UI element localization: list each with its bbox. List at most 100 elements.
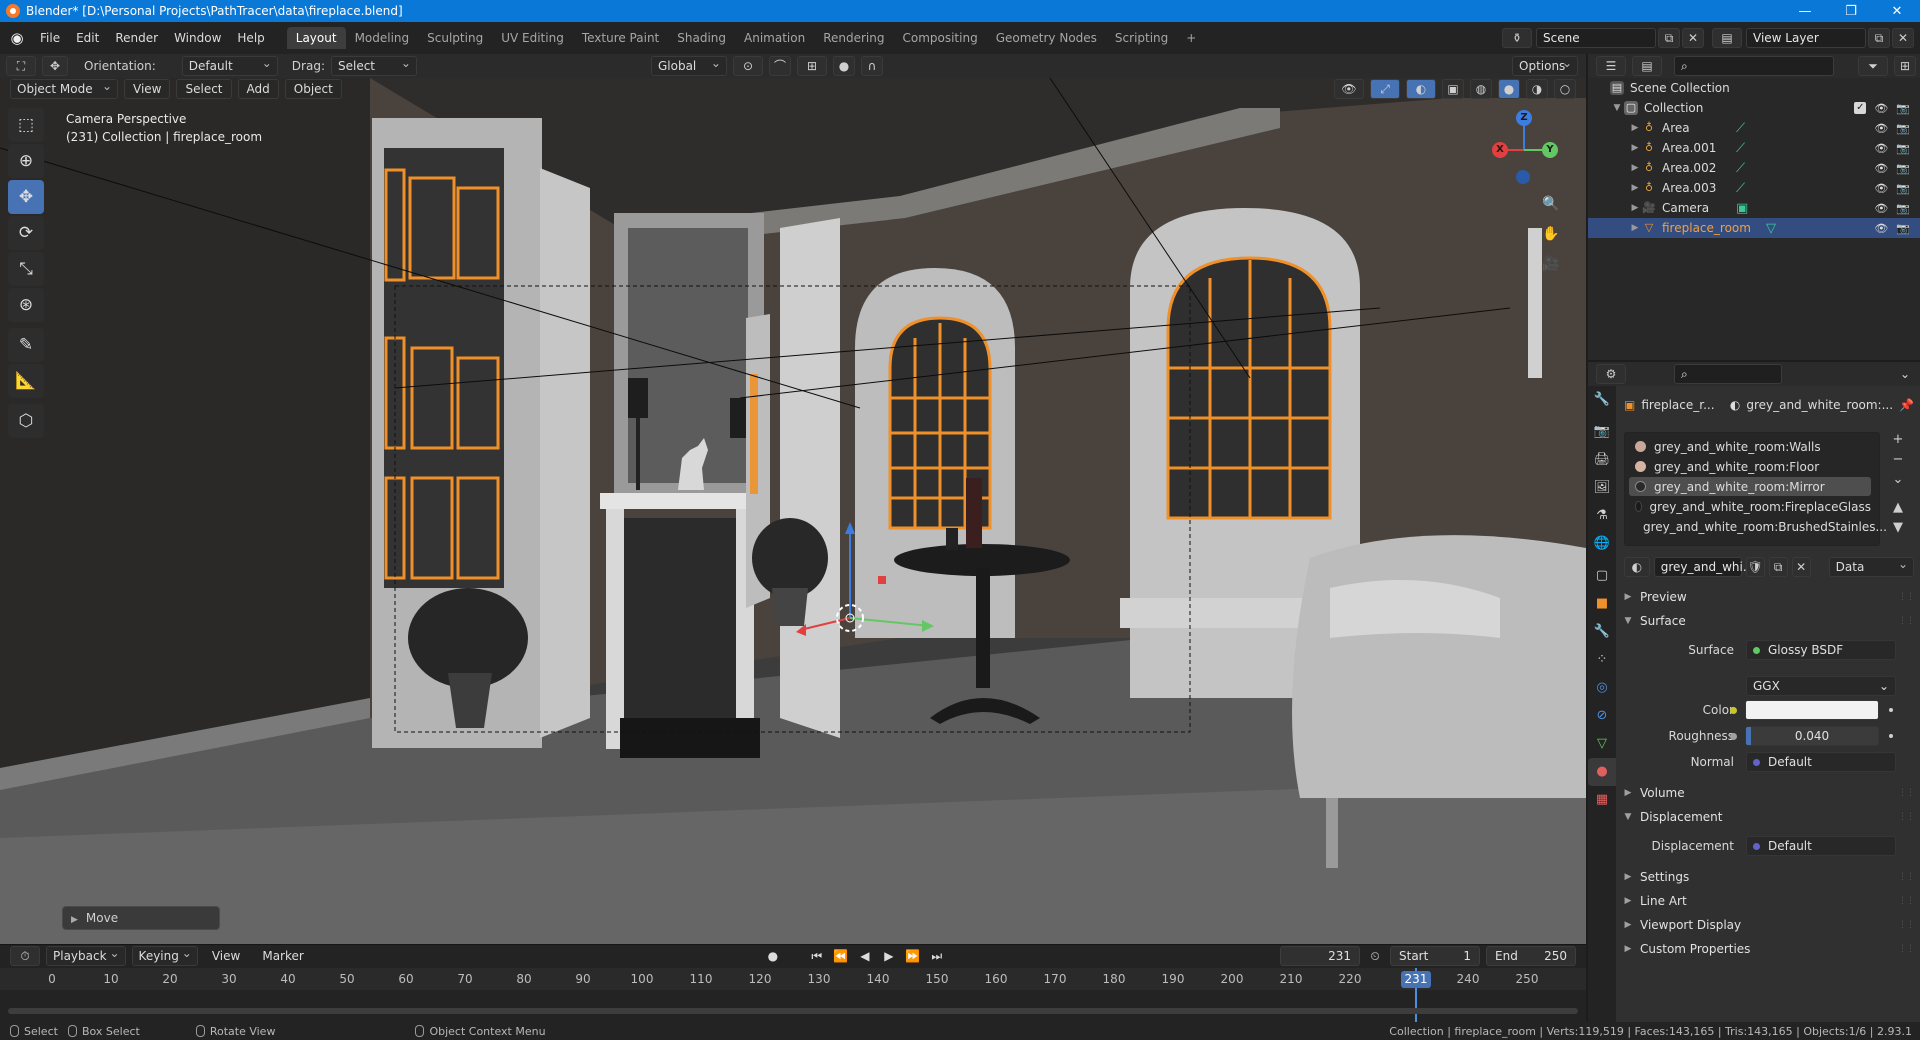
render-camera-icon[interactable]: 📷 [1896, 142, 1910, 155]
visibility-eye-icon[interactable]: 👁 [1874, 182, 1888, 195]
tab-rendering[interactable]: Rendering [814, 27, 893, 49]
visibility-eye-icon[interactable]: 👁 [1874, 222, 1888, 235]
light-data-icon[interactable]: ⟋ [1736, 181, 1745, 196]
jump-start-icon[interactable]: ⏮ [808, 949, 826, 964]
properties-options-icon[interactable]: ⌄ [1896, 367, 1914, 381]
light-data-icon[interactable]: ⟋ [1736, 121, 1745, 136]
render-camera-icon[interactable]: 📷 [1896, 122, 1910, 135]
outliner-collection[interactable]: ▼ ▢ Collection ✓ 👁 📷 [1588, 98, 1920, 118]
camera-data-icon[interactable]: ▣ [1736, 201, 1748, 216]
select-box-tool-icon[interactable]: ⬚ [8, 108, 44, 142]
output-tab-icon[interactable]: 🖨 [1588, 446, 1616, 474]
preview-range-icon[interactable]: ⏲ [1366, 949, 1384, 964]
slot-specials-icon[interactable]: ⌄ [1888, 472, 1908, 490]
panel-displacement[interactable]: ▼ Displacement ⋮⋮ [1622, 806, 1915, 828]
drag-grip-icon[interactable]: ⋮⋮ [1898, 788, 1915, 798]
add-slot-icon[interactable]: + [1888, 432, 1908, 450]
playhead-frame-label[interactable]: 231 [1401, 971, 1431, 988]
pivot-point-icon[interactable]: ⊙ [732, 56, 763, 76]
play-reverse-icon[interactable]: ◀ [856, 949, 874, 963]
drag-grip-icon[interactable]: ⋮⋮ [1898, 920, 1915, 930]
material-slot[interactable]: grey_and_white_room:BrushedStainles... [1629, 517, 1887, 536]
solid-shading-icon[interactable]: ● [1498, 79, 1520, 99]
link-dropdown[interactable]: Data [1828, 555, 1915, 577]
render-camera-icon[interactable]: 📷 [1896, 162, 1910, 175]
overlay-toggle-icon[interactable]: ◐ [1406, 79, 1436, 99]
falloff-icon[interactable]: ∩ [860, 56, 883, 76]
panel-preview[interactable]: ▶ Preview ⋮⋮ [1622, 586, 1915, 608]
material-tab-icon[interactable]: ● [1588, 758, 1616, 786]
view-layer-browse-icon[interactable]: ▤ [1712, 28, 1742, 48]
drag-grip-icon[interactable]: ⋮⋮ [1898, 592, 1915, 602]
snap-icon[interactable]: ⌒ [768, 56, 791, 76]
transform-tool-icon[interactable]: ⊛ [8, 288, 44, 322]
menu-window[interactable]: Window [166, 27, 229, 49]
add-cube-tool-icon[interactable]: ⬡ [8, 404, 44, 438]
new-collection-icon[interactable]: ⊞ [1894, 56, 1916, 76]
new-scene-icon[interactable]: ⧉ [1658, 28, 1680, 48]
menu-object[interactable]: Object [284, 79, 342, 99]
visibility-eye-icon[interactable]: 👁 [1874, 142, 1888, 155]
collection-tab-icon[interactable]: ▢ [1588, 562, 1616, 590]
render-tab-icon[interactable]: 📷 [1588, 418, 1616, 446]
gizmo-z-axis[interactable]: Z [1516, 110, 1532, 126]
render-camera-icon[interactable]: 📷 [1896, 222, 1910, 235]
mode-dropdown[interactable]: Object Mode [10, 77, 118, 99]
jump-keyframe-forward-icon[interactable]: ⏩ [904, 949, 922, 963]
fake-user-icon[interactable]: 🛡 [1745, 557, 1765, 577]
menu-add[interactable]: Add [237, 79, 279, 99]
panel-settings[interactable]: ▶ Settings ⋮⋮ [1622, 866, 1915, 888]
transform-orientation-dropdown[interactable]: Global [650, 54, 727, 76]
material-browse-icon[interactable]: ◐ [1624, 557, 1650, 577]
keyframe-dot-icon[interactable] [1889, 734, 1893, 738]
rotate-tool-icon[interactable]: ⟳ [8, 216, 44, 250]
close-button[interactable]: ✕ [1874, 4, 1920, 19]
blender-logo-icon[interactable]: ◉ [6, 27, 28, 49]
end-frame-field[interactable]: End 250 [1486, 946, 1576, 966]
menu-edit[interactable]: Edit [68, 27, 107, 49]
drag-grip-icon[interactable]: ⋮⋮ [1898, 872, 1915, 882]
3d-viewport[interactable] [0, 78, 1586, 944]
last-operator-panel[interactable]: ▶ Move [62, 906, 220, 930]
drag-grip-icon[interactable]: ⋮⋮ [1898, 616, 1915, 626]
current-frame-field[interactable]: 231 [1280, 946, 1360, 966]
panel-surface[interactable]: ▼ Surface ⋮⋮ [1622, 610, 1915, 632]
object-tab-icon[interactable]: ■ [1588, 590, 1616, 618]
panel-line-art[interactable]: ▶ Line Art ⋮⋮ [1622, 890, 1915, 912]
outliner-item-area-003[interactable]: ▶ ♁ Area.003 ⟋ 👁 📷 [1588, 178, 1920, 198]
gizmo-toggle-icon[interactable]: ⤢ [1370, 79, 1400, 99]
timeline-scrollbar[interactable] [8, 1008, 1578, 1014]
menu-view[interactable]: View [124, 79, 171, 99]
pin-icon[interactable]: 📌 [1899, 398, 1914, 412]
scene-tab-icon[interactable]: ⚗ [1588, 502, 1616, 530]
light-data-icon[interactable]: ⟋ [1736, 161, 1745, 176]
properties-editor-type-icon[interactable]: ⚙ [1596, 364, 1626, 384]
tab-texture-paint[interactable]: Texture Paint [573, 27, 668, 49]
move-tool-icon[interactable]: ✥ [8, 180, 44, 214]
tab-geometry-nodes[interactable]: Geometry Nodes [987, 27, 1106, 49]
expand-arrow-icon[interactable]: ▼ [1610, 103, 1624, 113]
outliner-item-area-001[interactable]: ▶ ♁ Area.001 ⟋ 👁 📷 [1588, 138, 1920, 158]
visibility-eye-icon[interactable]: 👁 [1874, 162, 1888, 175]
modifier-tab-icon[interactable]: 🔧 [1588, 618, 1616, 646]
move-tool-icon[interactable]: ✥ [42, 56, 68, 76]
visibility-icon[interactable]: 👁 [1334, 79, 1364, 99]
properties-search-input[interactable]: ⌕ [1674, 364, 1782, 384]
navigation-gizmo[interactable]: Z X Y [1488, 108, 1560, 188]
add-workspace-button[interactable]: + [1177, 27, 1205, 49]
expand-arrow-icon[interactable]: ▶ [1628, 183, 1642, 193]
menu-file[interactable]: File [32, 27, 68, 49]
texture-tab-icon[interactable]: ▦ [1588, 786, 1616, 814]
new-view-layer-icon[interactable]: ⧉ [1868, 28, 1890, 48]
remove-slot-icon[interactable]: − [1888, 452, 1908, 470]
editor-type-icon[interactable]: ⛶ [6, 56, 36, 76]
material-shading-icon[interactable]: ◑ [1526, 79, 1548, 99]
xray-icon[interactable]: ▣ [1442, 79, 1464, 99]
material-slot[interactable]: grey_and_white_room:FireplaceGlass [1629, 497, 1871, 516]
mesh-data-icon[interactable]: ▽ [1766, 221, 1776, 236]
camera-view-icon[interactable]: 🎥 [1540, 256, 1562, 280]
scene-field[interactable]: Scene [1536, 28, 1656, 48]
material-slot-selected[interactable]: grey_and_white_room:Mirror [1629, 477, 1871, 496]
tab-modeling[interactable]: Modeling [346, 27, 419, 49]
menu-render[interactable]: Render [107, 27, 166, 49]
